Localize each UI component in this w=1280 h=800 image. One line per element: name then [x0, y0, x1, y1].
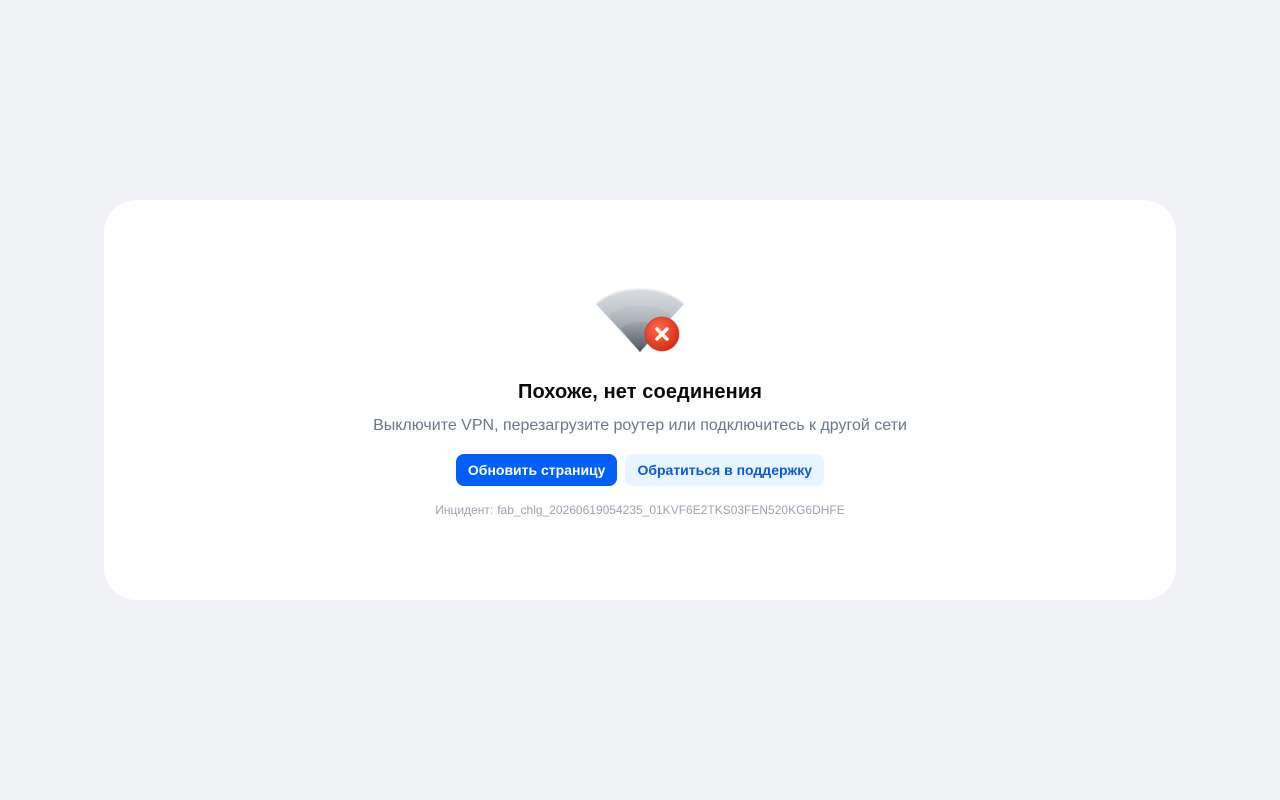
contact-support-button[interactable]: Обратиться в поддержку — [625, 454, 825, 486]
action-buttons: Обновить страницу Обратиться в поддержку — [455, 454, 825, 486]
error-description: Выключите VPN, перезагрузите роутер или … — [373, 417, 907, 434]
no-wifi-icon — [592, 282, 688, 358]
incident-label: Инцидент: — [435, 503, 494, 517]
incident-info: Инцидент: fab_chlg_20260619054235_01KVF6… — [435, 502, 845, 518]
incident-id: fab_chlg_20260619054235_01KVF6E2TKS03FEN… — [497, 503, 845, 517]
error-card: Похоже, нет соединения Выключите VPN, пе… — [104, 200, 1176, 600]
refresh-page-button[interactable]: Обновить страницу — [455, 454, 618, 486]
page-title: Похоже, нет соединения — [517, 381, 763, 403]
